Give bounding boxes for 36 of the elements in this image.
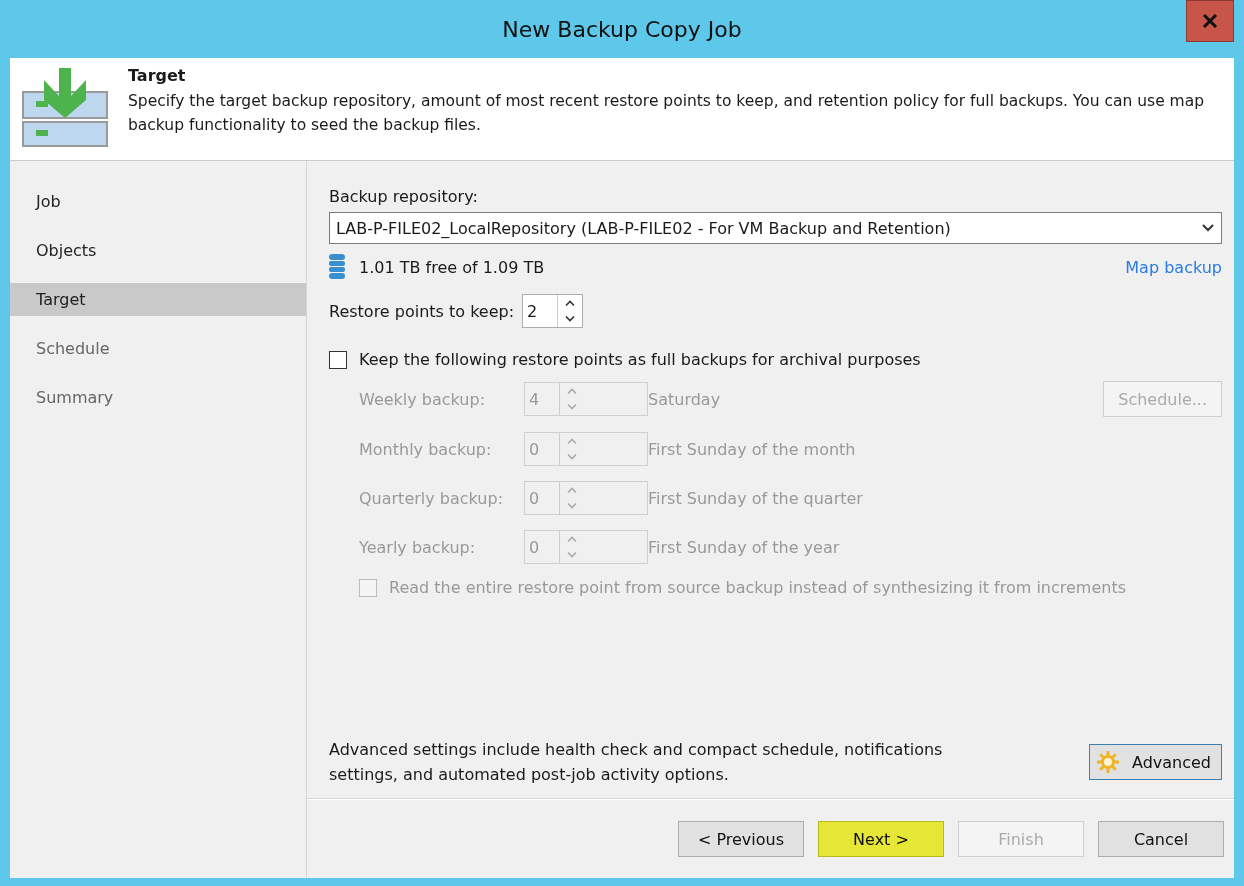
field-label: Monthly backup: [359,439,493,459]
checkbox-label: Read the entire restore point from source backup instead of synthesizing it from increments [389,578,1127,597]
database-icon [329,254,345,280]
schedule-text: First Sunday of the month [648,439,857,459]
advanced-description: Advanced settings include health check and compact schedule, notifications settings, and automated post-job activity options. [329,739,944,786]
window-title: New Backup Copy Job [502,16,742,42]
page-description: Specify the target backup repository, amount of most recent restore points to keep, and retention policy for full backups. You can use map backup functionality to seed the backup files. [128,91,1206,136]
wizard-step[interactable]: Schedule [10,332,306,365]
checkbox-label: Keep the following restore points as full backups for archival purposes [359,350,921,369]
advanced-button[interactable]: Advanced [1088,744,1222,780]
field-label: Restore points to keep: [329,301,515,321]
field-label: Backup repository: [329,187,479,206]
wizard-step[interactable]: Objects [10,234,306,267]
schedule-text: First Sunday of the year [648,537,841,557]
wizard-step[interactable]: Target [10,283,306,316]
close-button[interactable] [1186,0,1234,42]
map-backup-link[interactable]: Map backup [1125,257,1222,277]
checkbox[interactable] [329,350,347,369]
field-label: Weekly backup: [359,389,487,409]
field-label: Quarterly backup: [359,488,505,508]
wizard-button[interactable]: Cancel [1098,821,1224,857]
chevron-down-icon [1201,223,1215,233]
wizard-step[interactable]: Job [10,185,306,218]
wizard-button[interactable]: < Previous [678,821,804,857]
wizard-button[interactable]: Next > [818,821,944,857]
repository-dropdown[interactable]: LAB-P-FILE02_LocalRepository (LAB-P-FILE02 - For VM Backup and Retention) [329,212,1222,244]
wizard-step[interactable]: Summary [10,381,306,414]
free-space-text: 1.01 TB free of 1.09 TB [359,257,545,277]
server-download-icon [22,66,110,148]
number-spinner[interactable]: 2 [522,294,584,328]
page-title: Target [128,66,187,85]
schedule-text: First Sunday of the quarter [648,488,864,508]
gear-icon [1095,750,1120,774]
schedule-text: Saturday [648,389,722,409]
close-icon [1202,14,1218,28]
field-label: Yearly backup: [359,537,477,557]
